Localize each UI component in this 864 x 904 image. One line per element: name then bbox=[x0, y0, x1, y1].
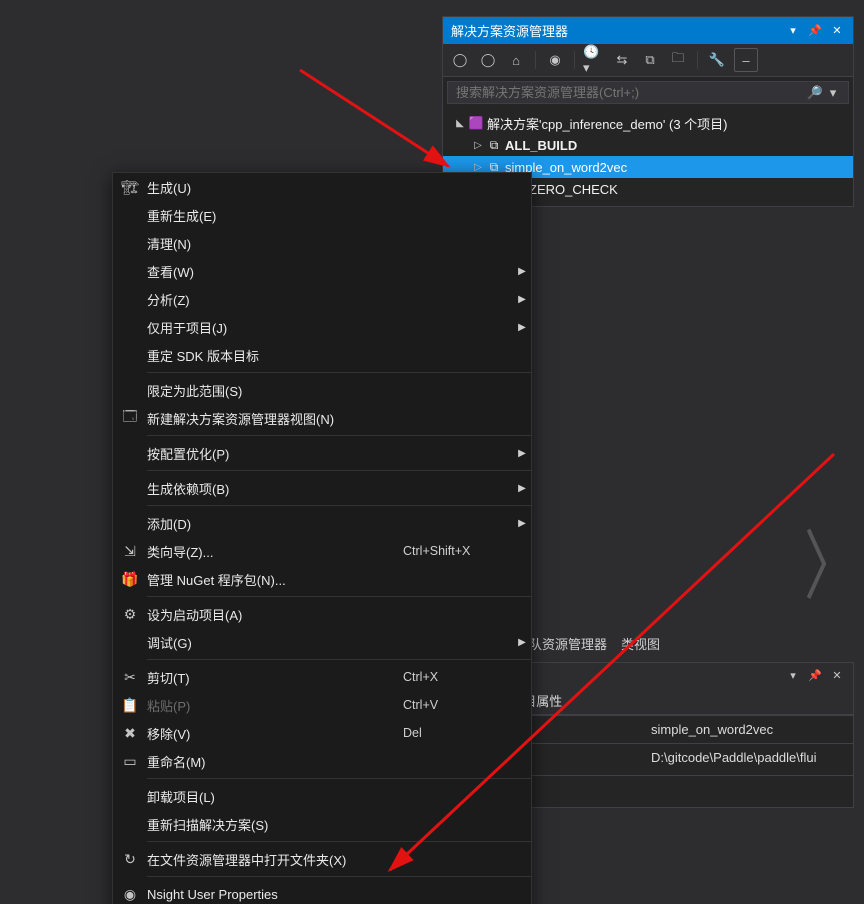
menu-retarget[interactable]: 重定 SDK 版本目标 bbox=[113, 341, 531, 369]
wizard-icon: ⇲ bbox=[113, 543, 147, 560]
project-all-build[interactable]: ▷ ⧉ ALL_BUILD bbox=[443, 134, 853, 156]
menu-unload[interactable]: 卸载项目(L) bbox=[113, 782, 531, 810]
showall-icon[interactable]: 🗀 bbox=[667, 49, 689, 71]
cut-icon: ✂ bbox=[113, 669, 147, 686]
solution-icon: 🟪 bbox=[467, 116, 485, 130]
refresh-icon[interactable]: 🕓▾ bbox=[583, 49, 605, 71]
solution-node[interactable]: ◣ 🟪 解决方案'cpp_inference_demo' (3 个项目) bbox=[443, 112, 853, 134]
home-icon[interactable]: ⌂ bbox=[505, 49, 527, 71]
close-icon[interactable]: ✕ bbox=[829, 667, 845, 683]
menu-view[interactable]: 查看(W)▶ bbox=[113, 257, 531, 285]
context-menu: 🏗生成(U) 重新生成(E) 清理(N) 查看(W)▶ 分析(Z)▶ 仅用于项目… bbox=[112, 172, 532, 904]
scope-icon[interactable]: ◉ bbox=[544, 49, 566, 71]
panel-title-text: 解决方案资源管理器 bbox=[451, 21, 568, 40]
panel-titlebar[interactable]: 解决方案资源管理器 ▾ 📌 ✕ bbox=[443, 17, 853, 44]
next-chevron-icon[interactable]: 〉 bbox=[804, 504, 858, 615]
menu-class-wizard[interactable]: ⇲类向导(Z)...Ctrl+Shift+X bbox=[113, 537, 531, 565]
submenu-arrow-icon: ▶ bbox=[513, 518, 531, 529]
forward-icon[interactable]: ◯ bbox=[477, 49, 499, 71]
menu-remove[interactable]: ✖移除(V)Del bbox=[113, 719, 531, 747]
new-view-icon: 🗔 bbox=[113, 406, 147, 430]
menu-rebuild[interactable]: 重新生成(E) bbox=[113, 201, 531, 229]
build-icon: 🏗 bbox=[113, 179, 147, 196]
solution-label: 解决方案'cpp_inference_demo' (3 个项目) bbox=[487, 114, 728, 133]
menu-nuget[interactable]: 🎁管理 NuGet 程序包(N)... bbox=[113, 565, 531, 593]
submenu-arrow-icon: ▶ bbox=[513, 294, 531, 305]
menu-add[interactable]: 添加(D)▶ bbox=[113, 509, 531, 537]
shortcut: Ctrl+Shift+X bbox=[403, 544, 513, 558]
nuget-icon: 🎁 bbox=[113, 571, 147, 588]
menu-debug[interactable]: 调试(G)▶ bbox=[113, 628, 531, 656]
menu-deps[interactable]: 生成依赖项(B)▶ bbox=[113, 474, 531, 502]
menu-clean[interactable]: 清理(N) bbox=[113, 229, 531, 257]
properties-icon[interactable]: 🔧 bbox=[706, 49, 728, 71]
dropdown-icon[interactable]: ▾ bbox=[785, 667, 801, 683]
menu-rename[interactable]: ▭重命名(M) bbox=[113, 747, 531, 775]
pin-icon[interactable]: 📌 bbox=[807, 23, 823, 39]
close-icon[interactable]: ✕ bbox=[829, 23, 845, 39]
paste-icon: 📋 bbox=[113, 697, 147, 714]
gear-icon: ⚙ bbox=[113, 606, 147, 623]
shortcut: Del bbox=[403, 726, 513, 740]
submenu-arrow-icon: ▶ bbox=[513, 266, 531, 277]
search-input[interactable] bbox=[454, 84, 806, 101]
remove-icon: ✖ bbox=[113, 725, 147, 742]
menu-analyze[interactable]: 分析(Z)▶ bbox=[113, 285, 531, 313]
prop-name-value[interactable]: simple_on_word2vec bbox=[643, 715, 853, 743]
dropdown-icon[interactable]: ▾ bbox=[785, 23, 801, 39]
submenu-arrow-icon: ▶ bbox=[513, 448, 531, 459]
search-bar[interactable]: 🔎 ▾ bbox=[447, 81, 849, 104]
prop-path-value[interactable]: D:\gitcode\Paddle\paddle\flui bbox=[643, 743, 853, 775]
tab-class-view[interactable]: 类视图 bbox=[621, 634, 660, 653]
shortcut: Ctrl+X bbox=[403, 670, 513, 684]
nsight-icon: ◉ bbox=[113, 886, 147, 903]
menu-rescan[interactable]: 重新扫描解决方案(S) bbox=[113, 810, 531, 838]
search-icon[interactable]: 🔎 bbox=[806, 85, 824, 101]
menu-startup[interactable]: ⚙设为启动项目(A) bbox=[113, 600, 531, 628]
menu-project-only[interactable]: 仅用于项目(J)▶ bbox=[113, 313, 531, 341]
back-icon[interactable]: ◯ bbox=[449, 49, 471, 71]
menu-paste: 📋粘贴(P)Ctrl+V bbox=[113, 691, 531, 719]
project-label: ZERO_CHECK bbox=[529, 182, 618, 197]
collapsed-arrow-icon[interactable]: ▷ bbox=[471, 140, 485, 151]
search-dropdown-icon[interactable]: ▾ bbox=[824, 85, 842, 101]
project-label: ALL_BUILD bbox=[505, 138, 577, 153]
menu-build[interactable]: 🏗生成(U) bbox=[113, 173, 531, 201]
menu-nsight[interactable]: ◉Nsight User Properties bbox=[113, 880, 531, 904]
submenu-arrow-icon: ▶ bbox=[513, 322, 531, 333]
menu-optimize[interactable]: 按配置优化(P)▶ bbox=[113, 439, 531, 467]
open-folder-icon: ↻ bbox=[113, 851, 147, 868]
project-icon: ⧉ bbox=[485, 138, 503, 153]
submenu-arrow-icon: ▶ bbox=[513, 637, 531, 648]
pin-icon[interactable]: 📌 bbox=[807, 667, 823, 683]
expand-arrow-icon[interactable]: ◣ bbox=[453, 118, 467, 129]
menu-new-view[interactable]: 🗔新建解决方案资源管理器视图(N) bbox=[113, 404, 531, 432]
collapsed-arrow-icon[interactable]: ▷ bbox=[471, 162, 485, 173]
menu-cut[interactable]: ✂剪切(T)Ctrl+X bbox=[113, 663, 531, 691]
rename-icon: ▭ bbox=[113, 753, 147, 770]
menu-scope[interactable]: 限定为此范围(S) bbox=[113, 376, 531, 404]
preview-icon[interactable]: – bbox=[734, 48, 758, 72]
sync-icon[interactable]: ⇆ bbox=[611, 49, 633, 71]
menu-open-folder[interactable]: ↻在文件资源管理器中打开文件夹(X) bbox=[113, 845, 531, 873]
submenu-arrow-icon: ▶ bbox=[513, 483, 531, 494]
explorer-toolbar: ◯ ◯ ⌂ ◉ 🕓▾ ⇆ ⧉ 🗀 🔧 – bbox=[443, 44, 853, 77]
collapse-icon[interactable]: ⧉ bbox=[639, 49, 661, 71]
shortcut: Ctrl+V bbox=[403, 698, 513, 712]
